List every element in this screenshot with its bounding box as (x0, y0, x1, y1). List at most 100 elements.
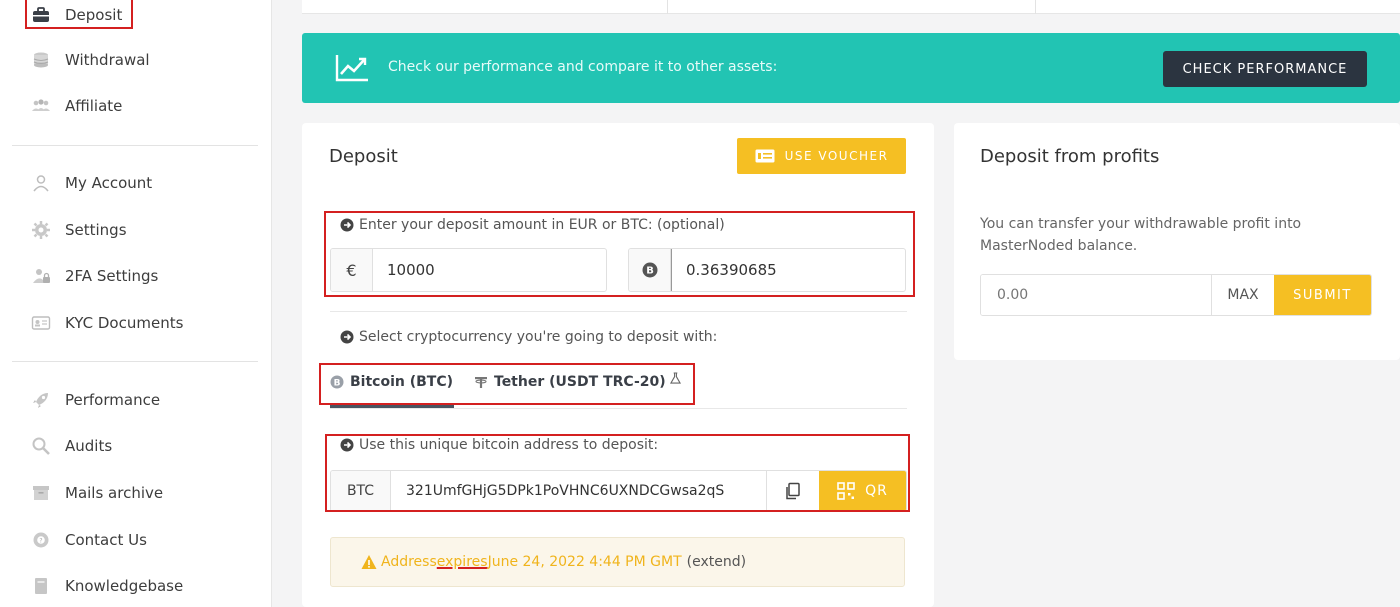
strip-divider (667, 0, 668, 14)
sidebar-divider (12, 145, 258, 146)
sidebar: Deposit Withdrawal Affiliate My Account … (0, 0, 272, 607)
eur-amount-group: € (330, 248, 607, 292)
crypto-label: Select cryptocurrency you're going to de… (340, 329, 717, 345)
book-icon (30, 575, 52, 597)
sidebar-item-withdrawal[interactable]: Withdrawal (30, 45, 150, 75)
address-label-text: Use this unique bitcoin address to depos… (359, 437, 659, 453)
briefcase-icon (30, 4, 52, 26)
warning-prefix: Address (381, 554, 437, 570)
warning-date: June 24, 2022 4:44 PM GMT (487, 554, 682, 570)
sidebar-item-label: Performance (65, 391, 161, 409)
profits-amount-group: MAX SUBMIT (980, 274, 1372, 316)
tabs-divider (330, 408, 907, 409)
tab-bitcoin[interactable]: B Bitcoin (BTC) (330, 374, 453, 390)
svg-text:B: B (334, 378, 341, 388)
address-prefix: BTC (331, 471, 391, 511)
sidebar-item-performance[interactable]: Performance (30, 385, 160, 415)
sidebar-item-2fa-settings[interactable]: 2FA Settings (30, 261, 158, 291)
sidebar-item-label: Affiliate (65, 97, 123, 115)
gear-icon (30, 219, 52, 241)
btc-amount-input[interactable] (671, 249, 905, 291)
sidebar-item-deposit[interactable]: Deposit (30, 0, 122, 30)
sidebar-item-kyc-documents[interactable]: KYC Documents (30, 308, 183, 338)
voucher-label: USE VOUCHER (784, 149, 889, 163)
submit-button[interactable]: SUBMIT (1274, 275, 1371, 315)
sidebar-item-contact-us[interactable]: ? Contact Us (30, 525, 147, 555)
sidebar-item-settings[interactable]: Settings (30, 215, 127, 245)
sidebar-item-label: Withdrawal (65, 51, 150, 69)
eur-amount-input[interactable] (373, 249, 606, 291)
qr-label: QR (865, 483, 888, 499)
ticket-icon (755, 149, 775, 163)
extend-link[interactable]: (extend) (687, 554, 746, 570)
copy-button[interactable] (766, 471, 819, 511)
use-voucher-button[interactable]: USE VOUCHER (737, 138, 906, 174)
max-button[interactable]: MAX (1211, 275, 1274, 315)
amount-label-text: Enter your deposit amount in EUR or BTC:… (359, 217, 725, 233)
active-tab-indicator (330, 405, 454, 408)
users-icon (30, 95, 52, 117)
sidebar-item-audits[interactable]: Audits (30, 431, 112, 461)
flask-icon (669, 371, 681, 384)
user-icon (30, 172, 52, 194)
check-performance-button[interactable]: CHECK PERFORMANCE (1163, 51, 1367, 87)
profits-amount-input[interactable] (981, 275, 1211, 315)
chart-line-icon (335, 55, 368, 82)
sidebar-item-knowledgebase[interactable]: Knowledgebase (30, 571, 183, 601)
sidebar-item-affiliate[interactable]: Affiliate (30, 91, 122, 121)
user-lock-icon (30, 265, 52, 287)
strip-divider (1035, 0, 1036, 14)
sidebar-item-label: Contact Us (65, 531, 147, 549)
sidebar-divider (12, 361, 258, 362)
deposit-title: Deposit (329, 146, 398, 167)
svg-text:B: B (646, 266, 654, 277)
sidebar-item-label: Audits (65, 437, 113, 455)
banner-text: Check our performance and compare it to … (388, 59, 778, 75)
sidebar-item-label: 2FA Settings (65, 267, 159, 285)
address-label: Use this unique bitcoin address to depos… (340, 437, 658, 453)
amount-label: Enter your deposit amount in EUR or BTC:… (340, 217, 725, 233)
tab-label: Bitcoin (BTC) (350, 374, 454, 390)
id-card-icon (30, 312, 52, 334)
arrow-circle-icon (340, 330, 354, 344)
address-expiry-warning: Address expires June 24, 2022 4:44 PM GM… (330, 537, 905, 587)
performance-banner: Check our performance and compare it to … (302, 33, 1400, 103)
tab-tether[interactable]: Tether (USDT TRC-20) (474, 371, 681, 390)
profits-description: You can transfer your withdrawable profi… (980, 216, 1302, 254)
rocket-icon (30, 389, 52, 411)
sidebar-item-my-account[interactable]: My Account (30, 168, 152, 198)
btc-address-input[interactable] (391, 471, 766, 511)
deposit-from-profits-card: Deposit from profits You can transfer yo… (954, 123, 1400, 360)
divider (330, 311, 907, 312)
btc-amount-group: B (628, 248, 906, 292)
arrow-circle-icon (340, 438, 354, 452)
sidebar-item-label: KYC Documents (65, 314, 184, 332)
crypto-label-text: Select cryptocurrency you're going to de… (359, 329, 718, 345)
arrow-circle-icon (340, 218, 354, 232)
address-group: BTC QR (330, 470, 907, 512)
sidebar-item-label: Deposit (65, 6, 123, 24)
tab-label: Tether (USDT TRC-20) (494, 374, 666, 390)
sidebar-item-label: Mails archive (65, 484, 164, 502)
deposit-card: Deposit USE VOUCHER Enter your deposit a… (302, 123, 934, 607)
euro-symbol: € (331, 249, 373, 291)
bitcoin-icon: B (330, 375, 344, 389)
coins-icon (30, 49, 52, 71)
archive-icon (30, 482, 52, 504)
sidebar-item-label: My Account (65, 174, 153, 192)
sidebar-item-label: Knowledgebase (65, 577, 184, 595)
warning-icon (361, 555, 377, 569)
magnifier-icon (30, 435, 52, 457)
bitcoin-icon: B (629, 249, 671, 291)
top-stats-strip (302, 0, 1400, 14)
warning-expires: expires (436, 554, 488, 570)
qr-code-icon (837, 482, 855, 500)
svg-text:?: ? (39, 538, 42, 545)
profits-title: Deposit from profits (980, 146, 1160, 167)
qr-button[interactable]: QR (819, 471, 906, 511)
copy-icon (786, 482, 800, 500)
tether-icon (475, 377, 487, 388)
sidebar-item-label: Settings (65, 221, 127, 239)
support-icon: ? (30, 529, 52, 551)
sidebar-item-mails-archive[interactable]: Mails archive (30, 478, 163, 508)
